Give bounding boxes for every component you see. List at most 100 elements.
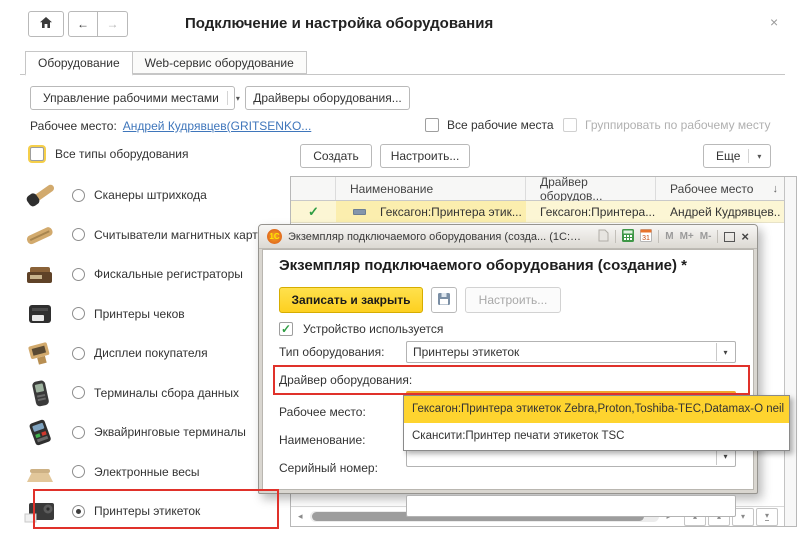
chevron-down-icon[interactable]: ▾ xyxy=(716,343,734,361)
card-reader-icon xyxy=(20,219,60,251)
all-workplaces-option[interactable]: Все рабочие места xyxy=(425,118,554,132)
column-workplace[interactable]: Рабочее место ↓ xyxy=(656,177,784,200)
forward-button[interactable]: → xyxy=(98,11,128,37)
driver-dropdown-list: Гексагон:Принтера этикеток Zebra,Proton,… xyxy=(403,395,790,451)
device-item-card-readers[interactable]: Считыватели магнитных карт xyxy=(20,218,285,252)
device-item-data-terminals[interactable]: Терминалы сбора данных xyxy=(20,376,285,410)
name-field-input[interactable] xyxy=(406,495,736,517)
cell-text: Гексагон:Принтера... xyxy=(540,205,655,219)
go-last-icon: ▾ xyxy=(765,512,769,521)
close-icon[interactable]: × xyxy=(770,15,778,29)
row-name-cell: Гексагон:Принтера этик... xyxy=(336,201,526,222)
device-label: Считыватели магнитных карт xyxy=(94,228,258,242)
maximize-icon[interactable] xyxy=(724,232,735,242)
acquiring-terminal-icon xyxy=(20,416,60,448)
device-item-fiscal-registers[interactable]: Фискальные регистраторы xyxy=(20,257,285,291)
floppy-disk-icon xyxy=(437,292,451,309)
tab-label: Оборудование xyxy=(38,56,120,70)
home-button[interactable] xyxy=(28,11,64,37)
calendar-day-text: 31 xyxy=(642,235,650,242)
device-item-acquiring-terminals[interactable]: Эквайринговые терминалы xyxy=(20,415,285,449)
scales-icon xyxy=(20,456,60,488)
group-by-workplace-option: Группировать по рабочему месту xyxy=(563,118,770,132)
dialog-configure-button: Настроить... xyxy=(465,287,561,313)
type-field-label: Тип оборудования: xyxy=(279,341,384,363)
all-workplaces-checkbox[interactable] xyxy=(425,118,439,132)
button-label: Записать и закрыть xyxy=(292,293,411,307)
workplace-link[interactable]: Андрей Кудрявцев(GRITSENKO... xyxy=(123,119,311,133)
memory-add-button[interactable]: M+ xyxy=(680,231,694,242)
back-button[interactable]: ← xyxy=(68,11,98,37)
device-used-checkbox[interactable]: ✓ xyxy=(279,322,293,336)
tab-bar: Оборудование Web-сервис оборудование xyxy=(25,51,307,76)
calendar-icon[interactable]: 31 xyxy=(640,229,652,245)
check-icon: ✓ xyxy=(281,323,291,335)
cell-text: Гексагон:Принтера этик... xyxy=(380,205,522,219)
dialog-heading: Экземпляр подключаемого оборудования (со… xyxy=(279,257,687,274)
device-item-customer-displays[interactable]: Дисплеи покупателя xyxy=(20,336,285,370)
device-label: Электронные весы xyxy=(94,465,200,479)
device-item-barcode-scanners[interactable]: Сканеры штрихкода xyxy=(20,178,285,212)
column-driver[interactable]: Драйвер оборудов... xyxy=(526,177,656,200)
device-type-list: Сканеры штрихкода Считыватели магнитных … xyxy=(20,178,285,528)
bookmark-icon[interactable] xyxy=(598,229,609,245)
data-terminal-icon xyxy=(20,377,60,409)
receipt-printer-icon xyxy=(20,298,60,330)
save-button[interactable] xyxy=(431,287,457,313)
column-status[interactable] xyxy=(291,177,336,200)
button-label: Драйверы оборудования... xyxy=(253,91,402,105)
type-field-input[interactable]: Принтеры этикеток ▾ xyxy=(406,341,736,363)
dialog-titlebar[interactable]: 1С Экземпляр подключаемого оборудования … xyxy=(259,225,757,249)
radio-button[interactable] xyxy=(72,347,85,360)
radio-button[interactable] xyxy=(72,307,85,320)
device-item-receipt-printers[interactable]: Принтеры чеков xyxy=(20,297,285,331)
all-types-option[interactable]: Все типы оборудования xyxy=(30,147,188,161)
app-window: ← → Подключение и настройка оборудования… xyxy=(0,0,800,545)
calculator-icon[interactable] xyxy=(622,229,634,245)
tab-equipment[interactable]: Оборудование xyxy=(25,51,133,76)
radio-button-selected[interactable] xyxy=(72,505,85,518)
device-label: Терминалы сбора данных xyxy=(94,386,239,400)
radio-button[interactable] xyxy=(72,228,85,241)
memory-recall-button[interactable]: M xyxy=(665,231,673,242)
manage-workplaces-button[interactable]: Управление рабочими местами ▾ xyxy=(30,86,235,110)
table-row[interactable]: ✓ Гексагон:Принтера этик... Гексагон:При… xyxy=(291,201,784,223)
radio-button[interactable] xyxy=(72,268,85,281)
save-and-close-button[interactable]: Записать и закрыть xyxy=(279,287,423,313)
dropdown-option[interactable]: Скансити:Принтер печати этикеток TSC xyxy=(404,423,789,450)
memory-subtract-button[interactable]: M- xyxy=(700,231,712,242)
radio-button[interactable] xyxy=(72,189,85,202)
go-last-button[interactable]: ▾ xyxy=(756,508,778,526)
all-types-checkbox[interactable] xyxy=(30,147,44,161)
1c-logo-icon: 1С xyxy=(267,229,282,244)
customer-display-icon xyxy=(20,337,60,369)
checkbox-label: Группировать по рабочему месту xyxy=(585,118,770,132)
dropdown-option-selected[interactable]: Гексагон:Принтера этикеток Zebra,Proton,… xyxy=(404,396,789,423)
radio-button[interactable] xyxy=(72,465,85,478)
column-label: Наименование xyxy=(350,182,433,196)
more-button[interactable]: Еще ▾ xyxy=(703,144,771,168)
drivers-button[interactable]: Драйверы оборудования... xyxy=(245,86,410,110)
create-button[interactable]: Создать xyxy=(300,144,372,168)
serial-field-label: Серийный номер: xyxy=(279,457,378,479)
configure-button[interactable]: Настроить... xyxy=(380,144,470,168)
device-item-label-printers[interactable]: Принтеры этикеток xyxy=(20,494,285,528)
device-label: Фискальные регистраторы xyxy=(94,267,243,281)
dialog-close-icon[interactable]: × xyxy=(741,230,749,243)
equipment-item-icon xyxy=(353,209,366,215)
tab-label: Web-сервис оборудование xyxy=(145,56,294,70)
button-label: Настроить... xyxy=(479,293,548,307)
device-item-electronic-scales[interactable]: Электронные весы xyxy=(20,455,285,489)
button-label: Управление рабочими местами xyxy=(43,91,219,105)
tab-webservice[interactable]: Web-сервис оборудование xyxy=(132,51,307,74)
radio-button[interactable] xyxy=(72,426,85,439)
vertical-scrollbar[interactable] xyxy=(784,177,796,526)
device-used-option[interactable]: ✓ Устройство используется xyxy=(279,322,443,336)
scroll-left-icon[interactable]: ◂ xyxy=(295,511,306,522)
driver-field-label: Драйвер оборудования: xyxy=(279,369,412,391)
device-label: Сканеры штрихкода xyxy=(94,188,207,202)
workplace-field-label: Рабочее место: xyxy=(279,401,366,423)
row-workplace-cell: Андрей Кудрявцев.. xyxy=(656,201,784,222)
radio-button[interactable] xyxy=(72,386,85,399)
column-name[interactable]: Наименование xyxy=(336,177,526,200)
